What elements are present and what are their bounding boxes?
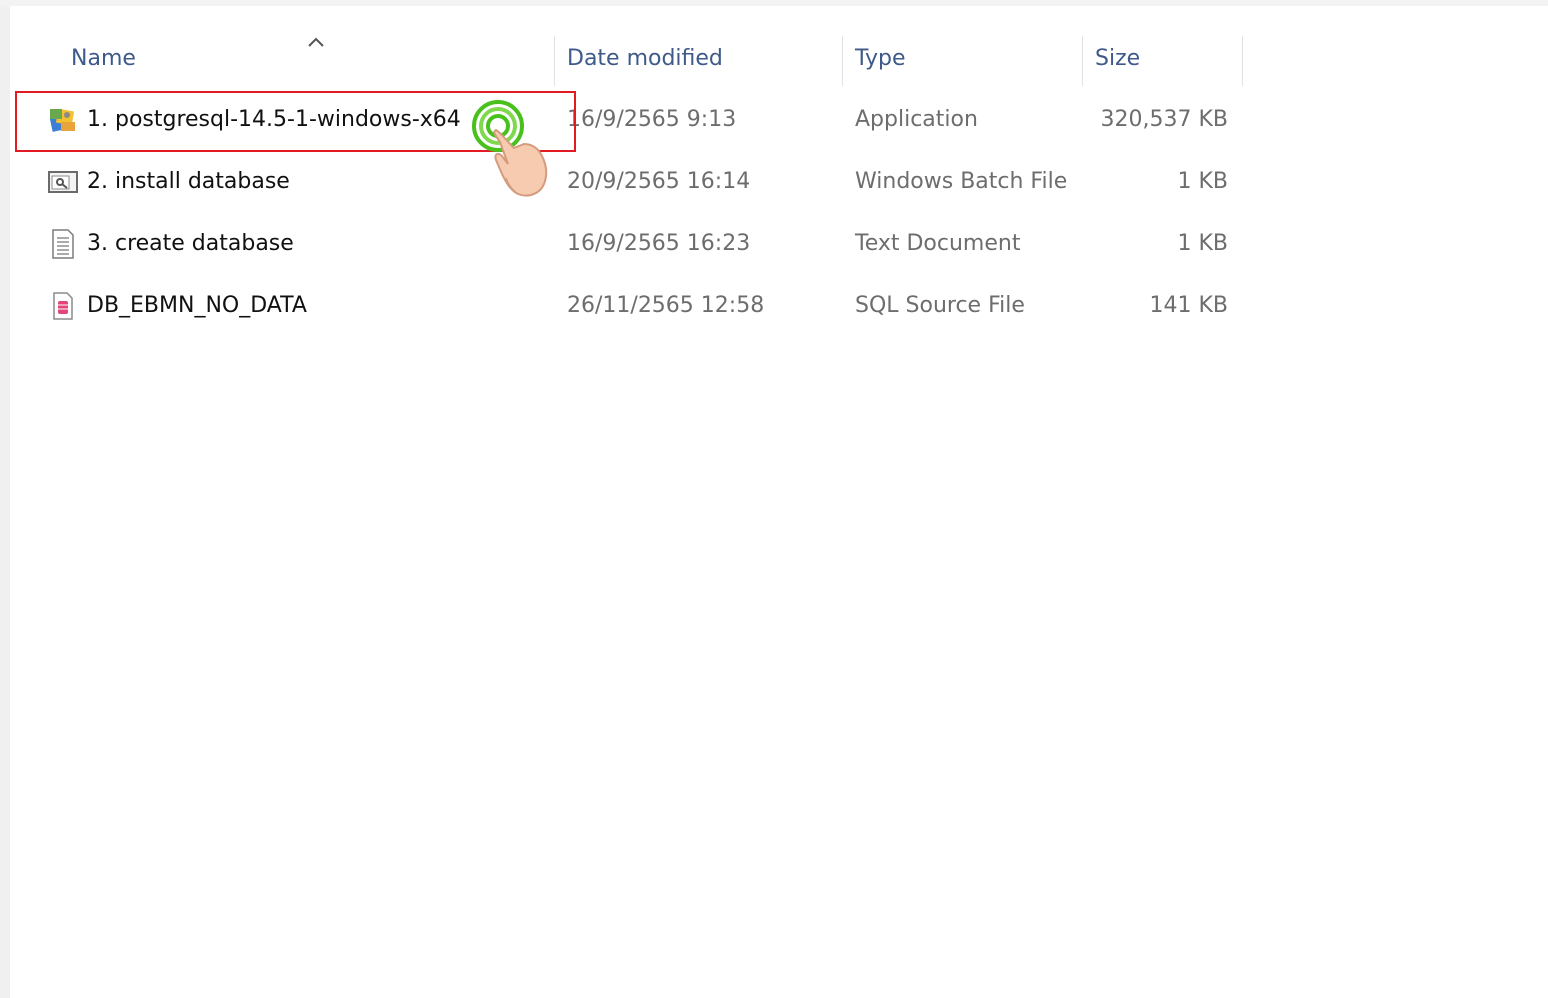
file-row-db-ebmn-no-data[interactable]: DB_EBMN_NO_DATA 26/11/2565 12:58 SQL Sou… [10,275,1250,337]
column-divider[interactable] [842,36,843,86]
click-pointer-icon [472,100,548,197]
file-type: SQL Source File [855,293,1025,318]
file-date-modified: 16/9/2565 9:13 [567,107,737,132]
column-divider[interactable] [1082,36,1083,86]
file-name[interactable]: 2. install database [87,151,290,213]
file-size: 1 KB [1177,169,1228,194]
file-type: Text Document [855,231,1021,256]
file-date-modified: 20/9/2565 16:14 [567,169,751,194]
file-type: Application [855,107,978,132]
text-document-icon [52,229,74,259]
file-row-create-database[interactable]: 3. create database 16/9/2565 16:23 Text … [10,213,1250,275]
column-header-type[interactable]: Type [855,32,906,86]
column-divider[interactable] [1242,36,1243,86]
column-divider[interactable] [554,36,555,86]
file-size: 1 KB [1177,231,1228,256]
file-date-modified: 26/11/2565 12:58 [567,293,765,318]
batch-file-icon [48,171,78,193]
file-size: 320,537 KB [1100,107,1229,132]
column-header-name[interactable]: Name [71,32,136,86]
file-list-pane: Name Date modified Type Size 1. postgres… [10,6,1548,998]
sort-ascending-icon [308,37,324,47]
file-size: 141 KB [1149,293,1228,318]
column-header-size[interactable]: Size [1095,32,1140,86]
sql-file-icon [53,292,73,320]
file-type: Windows Batch File [855,169,1068,194]
file-date-modified: 16/9/2565 16:23 [567,231,751,256]
file-name[interactable]: DB_EBMN_NO_DATA [87,275,307,337]
column-header-date-modified[interactable]: Date modified [567,32,723,86]
file-name[interactable]: 3. create database [87,213,294,275]
file-row-install-database[interactable]: 2. install database 20/9/2565 16:14 Wind… [10,151,1250,213]
